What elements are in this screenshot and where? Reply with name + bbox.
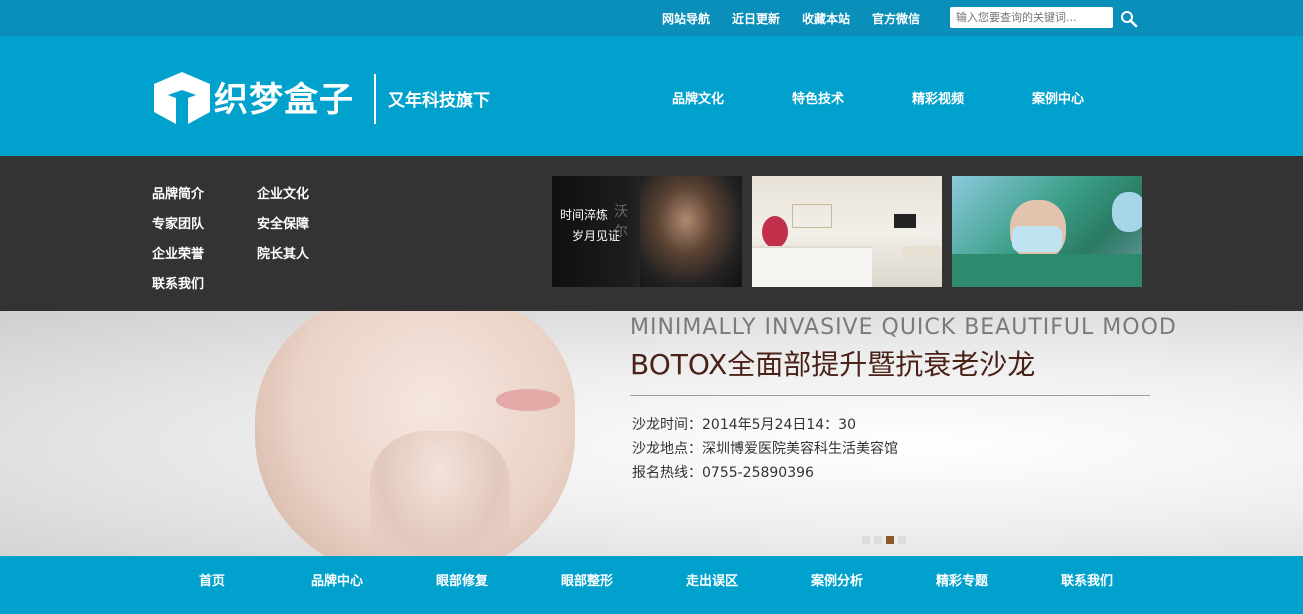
hero-banner[interactable]: MINIMALLY INVASIVE QUICK BEAUTIFUL MOOD … xyxy=(0,311,1303,556)
nav-featured-tech[interactable]: 特色技术 xyxy=(792,88,844,107)
thumb-director-portrait[interactable]: 时间淬炼 岁月见证 沃 尔 xyxy=(552,176,742,287)
header: 织梦盒子 又年科技旗下 品牌文化 特色技术 精彩视频 案例中心 xyxy=(0,36,1303,156)
sublink-director[interactable]: 院长其人 xyxy=(257,243,309,262)
flower-decor xyxy=(762,216,788,248)
slider-dot[interactable] xyxy=(862,536,870,544)
top-bar: 网站导航 近日更新 收藏本站 官方微信 xyxy=(0,0,1303,36)
nav-dropdown-panel: 品牌简介 企业文化 专家团队 安全保障 企业荣誉 院长其人 联系我们 时间淬炼 … xyxy=(0,156,1303,311)
top-link-wechat[interactable]: 官方微信 xyxy=(872,10,920,27)
banner-location: 沙龙地点：深圳博爱医院美容科生活美容馆 xyxy=(632,441,898,457)
bottom-nav-brand-center[interactable]: 品牌中心 xyxy=(311,570,363,589)
slider-dot[interactable] xyxy=(898,536,906,544)
model-hand-image xyxy=(370,431,510,556)
nav-videos[interactable]: 精彩视频 xyxy=(912,88,964,107)
top-links: 网站导航 近日更新 收藏本站 官方微信 xyxy=(662,0,942,36)
assistant-mask xyxy=(1112,192,1142,232)
main-nav: 品牌文化 特色技术 精彩视频 案例中心 xyxy=(0,36,1303,156)
surgeon-mask xyxy=(1012,226,1062,252)
banner-english-tagline: MINIMALLY INVASIVE QUICK BEAUTIFUL MOOD xyxy=(630,315,1177,340)
slider-dot[interactable] xyxy=(886,536,894,544)
top-link-bookmark[interactable]: 收藏本站 xyxy=(802,10,850,27)
search-input[interactable] xyxy=(950,7,1113,28)
sublink-corporate-culture[interactable]: 企业文化 xyxy=(257,183,309,202)
wall-logo-frame xyxy=(792,204,832,228)
banner-title: BOTOX全面部提升暨抗衰老沙龙 xyxy=(630,348,1036,381)
portrait-image xyxy=(640,176,742,287)
thumb-clinic-reception[interactable] xyxy=(752,176,942,287)
bottom-nav-eye-repair[interactable]: 眼部修复 xyxy=(436,570,488,589)
reception-desk xyxy=(752,246,872,287)
sublink-honors[interactable]: 企业荣誉 xyxy=(152,243,204,262)
sublink-expert-team[interactable]: 专家团队 xyxy=(152,213,204,232)
sofa xyxy=(902,246,942,258)
bottom-nav-home[interactable]: 首页 xyxy=(199,570,225,589)
thumb-surgery-team[interactable] xyxy=(952,176,1142,287)
bottom-nav: 首页 品牌中心 眼部修复 眼部整形 走出误区 案例分析 精彩专题 联系我们 xyxy=(0,556,1303,614)
top-link-site-nav[interactable]: 网站导航 xyxy=(662,10,710,27)
sublink-safety[interactable]: 安全保障 xyxy=(257,213,309,232)
sublink-contact[interactable]: 联系我们 xyxy=(152,273,204,292)
bottom-nav-eye-surgery[interactable]: 眼部整形 xyxy=(561,570,613,589)
nav-case-center[interactable]: 案例中心 xyxy=(1032,88,1084,107)
nav-brand-culture[interactable]: 品牌文化 xyxy=(672,88,724,107)
bottom-nav-contact[interactable]: 联系我们 xyxy=(1061,570,1113,589)
bottom-nav-case-analysis[interactable]: 案例分析 xyxy=(811,570,863,589)
sublink-brand-intro[interactable]: 品牌简介 xyxy=(152,183,204,202)
thumb-brand-mark: 沃 尔 xyxy=(614,204,628,240)
search-icon[interactable] xyxy=(1120,10,1138,28)
wall-screen xyxy=(894,214,916,228)
thumb-caption-line2: 岁月见证 xyxy=(572,229,621,243)
thumb-caption-line1: 时间淬炼 xyxy=(560,208,609,222)
banner-hotline: 报名热线：0755-25890396 xyxy=(632,465,814,481)
bottom-nav-topics[interactable]: 精彩专题 xyxy=(936,570,988,589)
banner-divider xyxy=(630,395,1150,396)
slider-dot[interactable] xyxy=(874,536,882,544)
bottom-nav-myths[interactable]: 走出误区 xyxy=(686,570,738,589)
model-lips xyxy=(496,389,560,411)
top-link-recent-updates[interactable]: 近日更新 xyxy=(732,10,780,27)
slider-dots xyxy=(862,536,906,544)
banner-time: 沙龙时间：2014年5月24日14：30 xyxy=(632,417,856,433)
scrubs xyxy=(952,254,1142,287)
